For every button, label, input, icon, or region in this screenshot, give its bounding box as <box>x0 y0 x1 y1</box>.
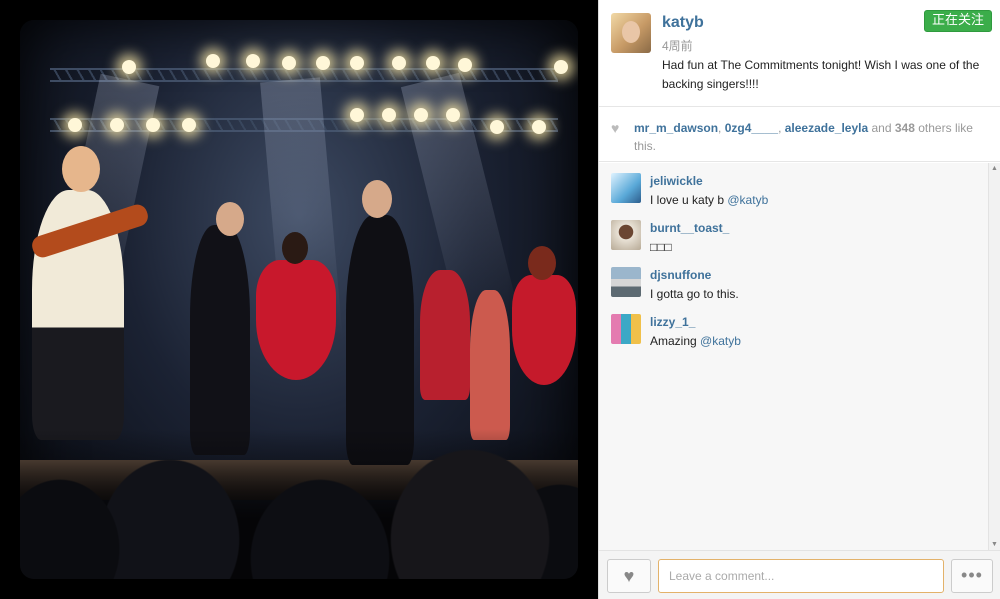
comment-item: lizzy_1_ Amazing @katyb <box>599 304 1000 351</box>
comments-scrollbar[interactable]: ▲ ▼ <box>988 163 1000 550</box>
like-button[interactable]: ♥ <box>607 559 651 593</box>
stage-light <box>146 118 160 132</box>
performer-head <box>362 180 392 218</box>
comment-footer: ♥ ••• <box>599 550 1000 599</box>
stage-light <box>382 108 396 122</box>
commenter-username[interactable]: djsnuffone <box>650 268 711 282</box>
comment-item: burnt__toast_ □□□ <box>599 210 1000 257</box>
comment-body: □□□ <box>650 240 672 254</box>
comments-list[interactable]: jeliwickle I love u katy b @katyb burnt_… <box>599 163 1000 550</box>
following-button[interactable]: 正在关注 <box>923 10 992 32</box>
comment-mention[interactable]: @katyb <box>727 193 768 207</box>
comment-text: Amazing @katyb <box>650 334 741 348</box>
stage-light <box>316 56 330 70</box>
performer-head <box>62 146 100 192</box>
comment-mention[interactable]: @katyb <box>700 334 741 348</box>
liker-username[interactable]: mr_m_dawson <box>634 121 718 135</box>
stage-light <box>414 108 428 122</box>
photo-pane <box>0 0 598 599</box>
comment-text: I gotta go to this. <box>650 287 739 301</box>
comment-text: I love u katy b @katyb <box>650 193 768 207</box>
stage-light <box>282 56 296 70</box>
dancer-figure <box>190 225 250 455</box>
likes-others: others <box>918 121 952 135</box>
lead-singer-figure <box>346 215 414 465</box>
performer-head <box>216 202 244 236</box>
stage-light <box>490 120 504 134</box>
audience-silhouettes <box>20 429 578 579</box>
stage-light <box>182 118 196 132</box>
commenter-username[interactable]: jeliwickle <box>650 174 703 188</box>
backing-singer-figure <box>470 290 510 440</box>
singer-red-dress <box>256 260 336 380</box>
comment-item: jeliwickle I love u katy b @katyb <box>599 163 1000 210</box>
stage-light <box>206 54 220 68</box>
comment-body: Amazing <box>650 334 701 348</box>
post-caption: Had fun at The Commitments tonight! Wish… <box>662 58 980 91</box>
stage-light <box>246 54 260 68</box>
owner-avatar[interactable] <box>611 13 651 53</box>
post-photo[interactable] <box>20 20 578 579</box>
stage-light <box>446 108 460 122</box>
commenter-username[interactable]: lizzy_1_ <box>650 315 695 329</box>
stage-light <box>392 56 406 70</box>
performer-head <box>282 232 308 264</box>
commenter-avatar[interactable] <box>611 267 641 297</box>
stage-light <box>350 56 364 70</box>
comment-item: djsnuffone I gotta go to this. <box>599 257 1000 304</box>
commenter-avatar[interactable] <box>611 173 641 203</box>
commenter-avatar[interactable] <box>611 314 641 344</box>
stage-light <box>458 58 472 72</box>
likes-and: and <box>871 121 892 135</box>
performer-head <box>528 246 556 280</box>
liker-username[interactable]: aleezade_leyla <box>785 121 868 135</box>
ellipsis-icon: ••• <box>961 565 983 585</box>
post-timestamp: 4周前 <box>662 39 693 53</box>
comment-text: □□□ <box>650 240 672 254</box>
post-side-panel: katyb 4周前 正在关注 Had fun at The Commitment… <box>598 0 1000 599</box>
comment-body: I gotta go to this. <box>650 287 739 301</box>
comment-body: I love u katy b <box>650 193 728 207</box>
stage-light <box>350 108 364 122</box>
comment-input[interactable] <box>658 559 944 593</box>
stage-light <box>554 60 568 74</box>
likes-count[interactable]: 348 <box>895 121 915 135</box>
heart-icon: ♥ <box>611 120 620 136</box>
liker-username[interactable]: 0zg4____ <box>725 121 778 135</box>
stage-light <box>426 56 440 70</box>
likes-summary: ♥ mr_m_dawson, 0zg4____, aleezade_leyla … <box>599 107 1000 162</box>
post-header: katyb 4周前 正在关注 Had fun at The Commitment… <box>599 0 1000 107</box>
heart-icon: ♥ <box>623 566 635 586</box>
more-options-button[interactable]: ••• <box>951 559 993 593</box>
backing-singer-figure <box>420 270 470 400</box>
scroll-up-icon[interactable]: ▲ <box>991 165 998 172</box>
stage-light <box>122 60 136 74</box>
scroll-down-icon[interactable]: ▼ <box>991 541 998 548</box>
owner-username[interactable]: katyb <box>662 14 704 32</box>
stage-light <box>532 120 546 134</box>
singer-red-dress <box>512 275 576 385</box>
stage-light <box>110 118 124 132</box>
commenter-username[interactable]: burnt__toast_ <box>650 221 729 235</box>
stage-light <box>68 118 82 132</box>
commenter-avatar[interactable] <box>611 220 641 250</box>
